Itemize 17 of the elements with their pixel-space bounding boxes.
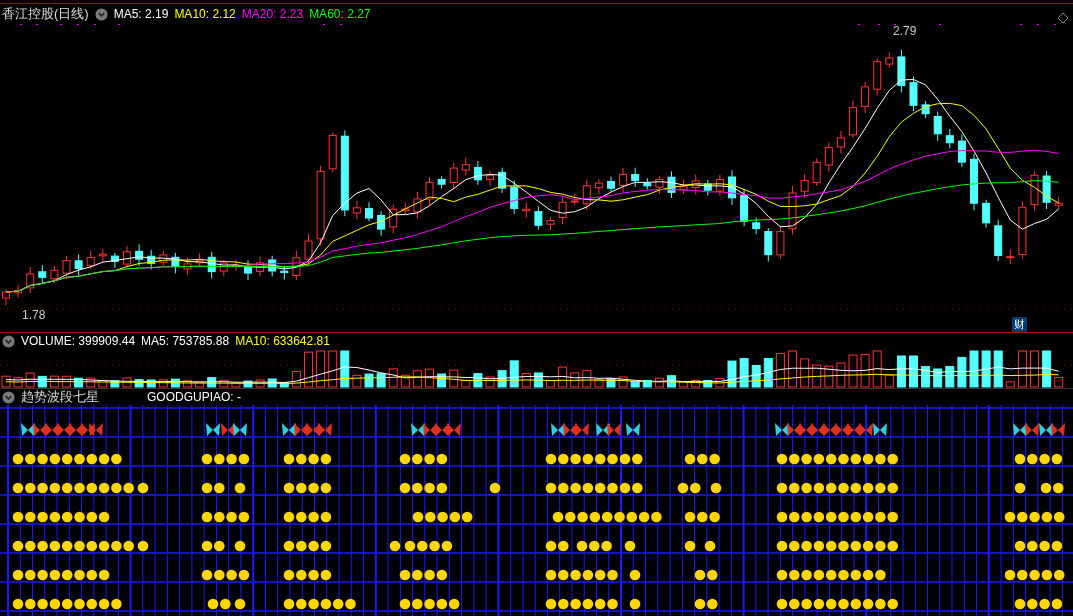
indicator-title: 趋势波段七星 (21, 388, 100, 406)
low-price-label: 1.78 (22, 308, 46, 322)
volume-value: VOLUME: 399909.44 (21, 334, 136, 348)
ma-value: MA10: 2.12 (174, 7, 236, 21)
chart-title: 香江控股(日线) (2, 5, 89, 23)
collapse-icon[interactable] (2, 390, 15, 404)
collapse-icon[interactable] (2, 334, 15, 348)
collapse-icon[interactable] (94, 7, 108, 21)
ma-value: MA5: 2.19 (113, 7, 169, 21)
volume-value: MA10: 633642.81 (235, 334, 330, 348)
finance-badge[interactable]: 财 (1012, 317, 1027, 332)
indicator-value: GOODGUPIAO: - (147, 390, 241, 404)
high-price-label: 2.79 (893, 24, 917, 38)
ma-value: MA20: 2.23 (241, 7, 304, 21)
diamond-icon[interactable] (1057, 12, 1069, 24)
ma-value: MA60: 2.27 (309, 7, 371, 21)
volume-value: MA5: 753785.88 (141, 334, 230, 348)
